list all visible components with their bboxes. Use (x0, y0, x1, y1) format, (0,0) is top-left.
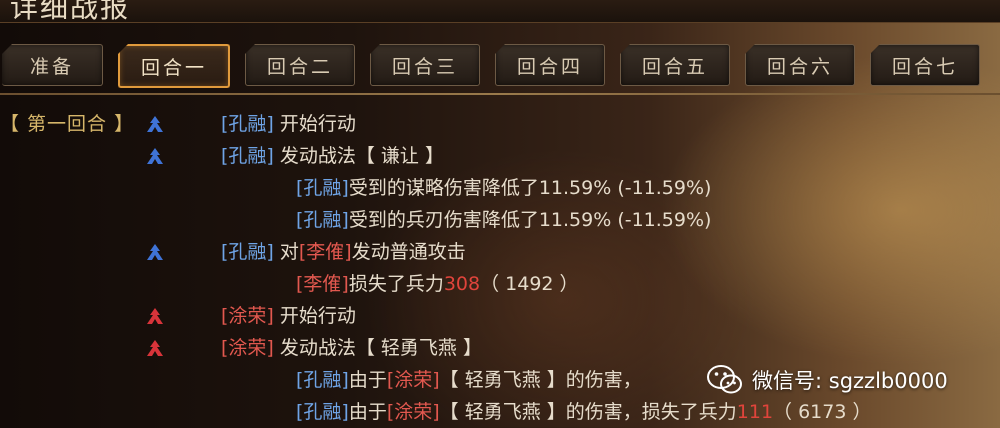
troop-remaining: （ 6173 ） (773, 401, 872, 423)
log-text: 由于 (348, 369, 387, 391)
actor-name: [孔融] (221, 241, 274, 263)
actor-name: [李傕] (296, 273, 349, 295)
log-text: 开始行动 (279, 113, 356, 135)
blue-army-icon (147, 116, 163, 132)
round-label: 【 第一回合 】 (0, 113, 135, 135)
actor-name: [孔融] (221, 145, 274, 167)
source-name: [涂荣] (386, 369, 440, 391)
tab-round-3[interactable]: 回合三 (370, 44, 480, 86)
actor-name: [涂荣] (221, 305, 274, 327)
log-text: 受到的谋略伤害降低了11.59% (-11.59%) (348, 177, 712, 199)
actor-name: [孔融] (221, 113, 274, 135)
wechat-watermark: 微信号: sgzzlb0000 (706, 360, 948, 400)
title-bar: 详细战报 (0, 0, 1000, 24)
tab-round-7[interactable]: 回合七 (870, 44, 980, 86)
tab-round-1[interactable]: 回合一 (118, 44, 230, 88)
log-line: [孔融]由于[涂荣]【 轻勇飞燕 】的伤害， (296, 364, 642, 396)
log-text: 损失了兵力 (348, 273, 444, 295)
round-tabs: 准备 回合一 回合二 回合三 回合四 回合五 回合六 回合七 (0, 44, 1000, 92)
actor-name: [孔融] (296, 369, 349, 391)
log-text: 发动普通攻击 (351, 241, 466, 263)
log-text: 受到的兵刃伤害降低了11.59% (-11.59%) (348, 209, 712, 231)
troop-remaining: （ 1492 ） (480, 273, 579, 295)
source-name: [涂荣] (386, 401, 440, 423)
log-text: 开始行动 (279, 305, 356, 327)
actor-name: [孔融] (296, 401, 349, 423)
log-text: 由于 (348, 401, 387, 423)
actor-name: [孔融] (296, 177, 349, 199)
tab-round-2[interactable]: 回合二 (245, 44, 355, 86)
log-text: 【 轻勇飞燕 】的伤害，损失了兵力 (439, 401, 737, 423)
tabs-divider (0, 93, 1000, 95)
log-text: 发动战法【 轻勇飞燕 】 (279, 337, 482, 359)
blue-army-icon (147, 148, 163, 164)
tab-prepare[interactable]: 准备 (2, 44, 103, 86)
log-line: [孔融] 开始行动 (221, 108, 356, 140)
actor-name: [涂荣] (221, 337, 274, 359)
log-line: [孔融]由于[涂荣]【 轻勇飞燕 】的伤害，损失了兵力111（ 6173 ） (296, 396, 871, 428)
log-line: [孔融] 发动战法【 谦让 】 (221, 140, 444, 172)
log-row: 【 第一回合 】 [孔融] 开始行动 (0, 108, 1000, 140)
log-line: [涂荣] 开始行动 (221, 300, 356, 332)
log-row: [孔融] 对[李傕]发动普通攻击 (0, 236, 1000, 268)
log-text: 【 轻勇飞燕 】的伤害， (439, 369, 642, 391)
log-line: [涂荣] 发动战法【 轻勇飞燕 】 (221, 332, 482, 364)
log-row: [孔融]受到的兵刃伤害降低了11.59% (-11.59%) (0, 204, 1000, 236)
tab-round-4[interactable]: 回合四 (495, 44, 605, 86)
tab-round-6[interactable]: 回合六 (745, 44, 855, 86)
log-row: [涂荣] 开始行动 (0, 300, 1000, 332)
log-line: [孔融]受到的谋略伤害降低了11.59% (-11.59%) (296, 172, 711, 204)
log-text: 发动战法【 谦让 】 (279, 145, 444, 167)
log-row: [孔融]由于[涂荣]【 轻勇飞燕 】的伤害，损失了兵力111（ 6173 ） (0, 396, 1000, 428)
wechat-icon (707, 365, 742, 394)
log-line: [李傕]损失了兵力308（ 1492 ） (296, 268, 579, 300)
log-row: [孔融] 发动战法【 谦让 】 (0, 140, 1000, 172)
troop-loss: 308 (443, 273, 481, 295)
log-row: [李傕]损失了兵力308（ 1492 ） (0, 268, 1000, 300)
troop-loss: 111 (736, 401, 774, 423)
tab-round-5[interactable]: 回合五 (620, 44, 730, 86)
blue-army-icon (147, 244, 163, 260)
red-army-icon (147, 340, 163, 356)
red-army-icon (147, 308, 163, 324)
log-line: [孔融] 对[李傕]发动普通攻击 (221, 236, 466, 268)
target-name: [李傕] (298, 241, 352, 263)
log-line: [孔融]受到的兵刃伤害降低了11.59% (-11.59%) (296, 204, 711, 236)
log-row: [孔融]受到的谋略伤害降低了11.59% (-11.59%) (0, 172, 1000, 204)
actor-name: [孔融] (296, 209, 349, 231)
watermark-text: 微信号: sgzzlb0000 (752, 369, 948, 393)
log-text: 对 (279, 241, 299, 263)
window-title: 详细战报 (10, 0, 131, 24)
